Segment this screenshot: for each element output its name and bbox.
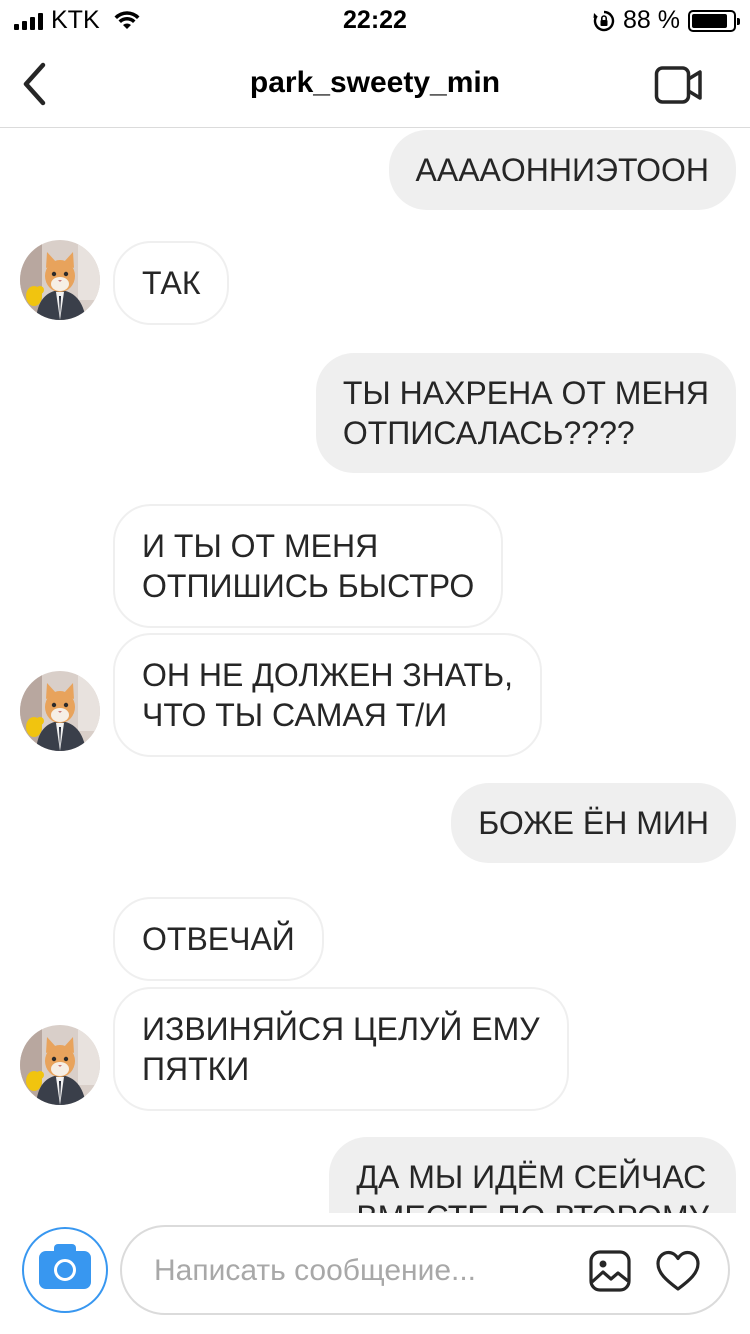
heart-icon (656, 1250, 700, 1291)
avatar[interactable] (20, 1025, 100, 1105)
message-bubble-incoming[interactable]: И ТЫ ОТ МЕНЯ ОТПИШИСЬ БЫСТРО (113, 504, 504, 628)
chat-header: park_sweety_min (0, 40, 750, 128)
chat-username[interactable]: park_sweety_min (0, 66, 750, 100)
camera-button[interactable] (22, 1227, 108, 1313)
message-bubble-incoming[interactable]: ОН НЕ ДОЛЖЕН ЗНАТЬ, ЧТО ТЫ САМАЯ Т/И (113, 633, 543, 757)
message-composer (0, 1213, 750, 1334)
battery-level (692, 13, 728, 28)
orientation-lock-icon (593, 10, 615, 31)
video-camera-icon (654, 66, 702, 104)
avatar[interactable] (20, 671, 100, 751)
message-bubble-outgoing[interactable]: ДА МЫ ИДЁМ СЕЙЧАС ВМЕСТЕ ПО ВТОРОМУ (329, 1137, 736, 1213)
status-bar: KTK 22:22 88 % (0, 0, 750, 40)
status-right: 88 % (593, 6, 740, 35)
message-input[interactable] (154, 1249, 574, 1293)
message-bubble-incoming[interactable]: ИЗВИНЯЙСЯ ЦЕЛУЙ ЕМУ ПЯТКИ (113, 987, 569, 1111)
message-bubble-outgoing[interactable]: ТЫ НАХРЕНА ОТ МЕНЯ ОТПИСАЛАСЬ???? (315, 353, 736, 473)
gallery-icon (589, 1250, 631, 1292)
video-call-button[interactable] (654, 64, 704, 106)
message-thread[interactable]: АААAОННИЭТООН ТАК ТЫ НАХРЕНА ОТ МЕНЯ ОТП… (0, 129, 750, 1213)
message-bubble-incoming[interactable]: ОТВЕЧАЙ (113, 897, 324, 981)
battery-percent: 88 % (623, 6, 680, 34)
message-bubble-outgoing[interactable]: БОЖЕ ЁН МИН (451, 783, 736, 863)
like-button[interactable] (654, 1249, 702, 1293)
message-bubble-outgoing[interactable]: АААAОННИЭТООН (388, 130, 736, 210)
message-field[interactable] (120, 1225, 730, 1315)
avatar[interactable] (20, 240, 100, 320)
message-bubble-incoming[interactable]: ТАК (113, 241, 230, 325)
battery-icon (688, 9, 740, 32)
camera-icon (39, 1244, 91, 1289)
gallery-button[interactable] (588, 1249, 632, 1293)
